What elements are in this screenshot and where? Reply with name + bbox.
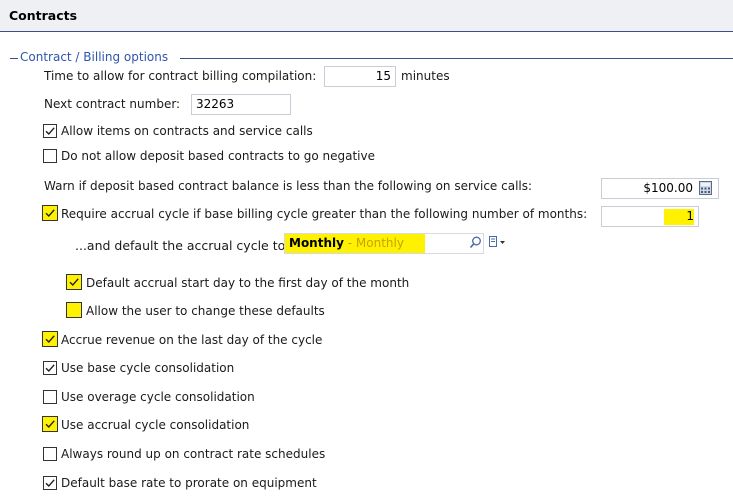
accrual-cycle-input[interactable]: Monthly - Monthly: [284, 233, 484, 254]
check-icon: [45, 335, 55, 344]
round-up-checkbox[interactable]: [43, 447, 57, 461]
accrual-cycle-code: Monthly: [289, 236, 344, 250]
accrual-cycle-label: Use accrual cycle consolidation: [61, 418, 250, 432]
require-accrual-label: Require accrual cycle if base billing cy…: [61, 207, 588, 221]
accrual-months-value: 1: [686, 209, 694, 223]
overage-cycle-label: Use overage cycle consolidation: [61, 390, 255, 404]
next-contract-input[interactable]: 32263: [191, 94, 291, 115]
minutes-label: minutes: [401, 69, 450, 83]
group-rule-left: [10, 58, 18, 59]
prorate-checkbox[interactable]: [43, 476, 57, 490]
default-start-day-label: Default accrual start day to the first d…: [86, 276, 410, 290]
dropdown-icon[interactable]: [489, 236, 507, 249]
accrue-last-day-checkbox[interactable]: [42, 331, 58, 347]
check-icon: [45, 364, 55, 373]
calculator-icon[interactable]: [699, 181, 712, 195]
group-label: Contract / Billing options: [20, 50, 169, 64]
search-icon[interactable]: [469, 236, 482, 249]
billing-compilation-label: Time to allow for contract billing compi…: [44, 69, 317, 83]
accrual-cycle-checkbox[interactable]: [42, 416, 58, 432]
base-cycle-checkbox[interactable]: [43, 361, 57, 375]
accrual-cycle-description: - Monthly: [343, 236, 404, 250]
overage-cycle-checkbox[interactable]: [43, 390, 57, 404]
round-up-label: Always round up on contract rate schedul…: [61, 447, 326, 461]
default-start-day-checkbox[interactable]: [66, 274, 82, 290]
billing-compilation-input[interactable]: 15: [324, 66, 396, 87]
next-contract-label: Next contract number:: [44, 97, 181, 111]
require-accrual-checkbox[interactable]: [42, 205, 58, 221]
group-rule: [180, 58, 733, 59]
no-negative-deposit-label: Do not allow deposit based contracts to …: [61, 149, 375, 163]
section-header: Contracts: [0, 0, 733, 32]
allow-user-change-label: Allow the user to change these defaults: [86, 304, 325, 318]
allow-user-change-checkbox[interactable]: [66, 302, 82, 318]
warn-balance-label: Warn if deposit based contract balance i…: [44, 179, 533, 193]
accrue-last-day-label: Accrue revenue on the last day of the cy…: [61, 333, 323, 347]
check-icon: [45, 420, 55, 429]
check-icon: [45, 209, 55, 218]
accrual-months-input[interactable]: 1: [601, 206, 699, 227]
allow-items-label: Allow items on contracts and service cal…: [61, 124, 313, 138]
check-icon: [69, 278, 79, 287]
section-title: Contracts: [9, 8, 78, 23]
default-accrual-label: ...and default the accrual cycle to:: [75, 238, 290, 253]
base-cycle-label: Use base cycle consolidation: [61, 361, 235, 375]
check-icon: [45, 479, 55, 488]
check-icon: [45, 127, 55, 136]
prorate-label: Default base rate to prorate on equipmen…: [61, 476, 317, 490]
allow-items-checkbox[interactable]: [43, 124, 57, 138]
no-negative-deposit-checkbox[interactable]: [43, 149, 57, 163]
